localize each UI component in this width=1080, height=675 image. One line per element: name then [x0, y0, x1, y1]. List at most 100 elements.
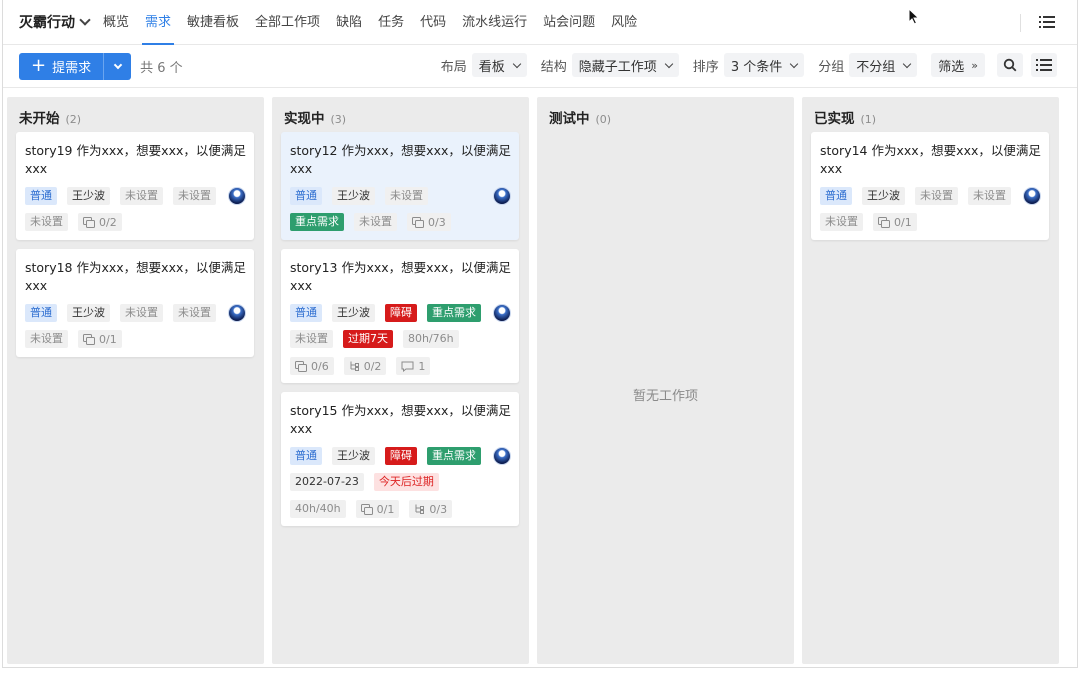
branch-icon [415, 504, 425, 514]
hours-tag[interactable]: 40h/40h [290, 500, 346, 518]
tab-standup-issues[interactable]: 站会问题 [543, 0, 595, 45]
avatar[interactable] [228, 304, 246, 322]
field-tag[interactable]: 未设置 [354, 213, 397, 231]
due-date-tag[interactable]: 2022-07-23 [290, 473, 364, 491]
key-requirement-tag[interactable]: 重点需求 [427, 447, 481, 465]
tab-code[interactable]: 代码 [420, 0, 446, 45]
list-view-button[interactable] [1031, 53, 1057, 77]
field-tag[interactable]: 未设置 [915, 187, 958, 205]
card-tags-row: 普通 王少波 未设置 未设置 [25, 304, 226, 322]
avatar[interactable] [1023, 187, 1041, 205]
field-tag[interactable]: 未设置 [173, 187, 216, 205]
subtask-count[interactable]: 0/1 [78, 330, 122, 348]
tab-tasks[interactable]: 任务 [378, 0, 404, 45]
tab-agile-board[interactable]: 敏捷看板 [187, 0, 239, 45]
create-requirement-button[interactable]: + 提需求 [19, 52, 104, 80]
story-card-12[interactable]: story12 作为xxx，想要xxx，以便满足xxx 普通 王少波 未设置 重… [281, 132, 519, 240]
subtask-icon [878, 216, 890, 228]
structure-select[interactable]: 隐藏子工作项 [571, 53, 679, 77]
tab-pipeline-runs[interactable]: 流水线运行 [462, 0, 527, 45]
key-requirement-tag[interactable]: 重点需求 [427, 304, 481, 322]
owner-tag[interactable]: 王少波 [332, 187, 375, 205]
column-title: 已实现 [814, 111, 855, 127]
priority-tag[interactable]: 普通 [290, 187, 322, 205]
project-switcher[interactable]: 灭霸行动 [19, 12, 91, 32]
group-select[interactable]: 不分组 [849, 53, 918, 77]
field-tag[interactable]: 未设置 [173, 304, 216, 322]
field-tag[interactable]: 未设置 [120, 304, 163, 322]
field-tag[interactable]: 未设置 [385, 187, 428, 205]
plus-icon: + [31, 55, 47, 76]
column-implemented: 已实现 (1) story14 作为xxx，想要xxx，以便满足xxx 普通 王… [802, 97, 1059, 664]
field-tag[interactable]: 未设置 [820, 213, 863, 231]
priority-tag[interactable]: 普通 [290, 304, 322, 322]
owner-tag[interactable]: 王少波 [332, 304, 375, 322]
tab-all-work-items[interactable]: 全部工作项 [255, 0, 320, 45]
subtask-count-text: 0/6 [311, 359, 329, 373]
story-card-13[interactable]: story13 作为xxx，想要xxx，以便满足xxx 普通 王少波 障碍 重点… [281, 249, 519, 383]
column-count: (1) [860, 113, 877, 126]
comment-count-text: 1 [418, 359, 426, 373]
card-status-row: 未设置 过期7天 80h/76h [290, 330, 469, 348]
subtask-count[interactable]: 0/2 [78, 213, 122, 231]
priority-tag[interactable]: 普通 [25, 304, 57, 322]
priority-tag[interactable]: 普通 [820, 187, 852, 205]
blocker-tag[interactable]: 障碍 [385, 304, 417, 322]
subtask-count-text: 0/2 [99, 215, 117, 229]
create-dropdown-button[interactable] [103, 52, 132, 80]
blocker-tag[interactable]: 障碍 [385, 447, 417, 465]
field-tag[interactable]: 未设置 [25, 213, 68, 231]
mouse-cursor-icon [908, 8, 920, 25]
avatar[interactable] [493, 304, 511, 322]
story-card-19[interactable]: story19 作为xxx，想要xxx，以便满足xxx 普通 王少波 未设置 未… [16, 132, 254, 240]
owner-tag[interactable]: 王少波 [332, 447, 375, 465]
story-card-15[interactable]: story15 作为xxx，想要xxx，以便满足xxx 普通 王少波 障碍 重点… [281, 392, 519, 526]
tab-overview[interactable]: 概览 [103, 0, 129, 45]
owner-tag[interactable]: 王少波 [67, 187, 110, 205]
owner-tag[interactable]: 王少波 [862, 187, 905, 205]
card-meta-row: 未设置 0/2 [25, 213, 132, 231]
avatar[interactable] [228, 187, 246, 205]
branch-count[interactable]: 0/2 [343, 357, 387, 375]
avatar[interactable] [493, 187, 511, 205]
owner-tag[interactable]: 王少波 [67, 304, 110, 322]
priority-tag[interactable]: 普通 [25, 187, 57, 205]
comment-count[interactable]: 1 [396, 357, 431, 375]
structure-label: 结构 [540, 59, 567, 75]
column-testing: 测试中 (0) 暂无工作项 [537, 97, 794, 664]
branch-count[interactable]: 0/3 [409, 500, 453, 518]
card-tags-row: 普通 王少波 障碍 重点需求 [290, 447, 491, 465]
comment-icon [401, 361, 414, 372]
overdue-tag[interactable]: 过期7天 [343, 330, 393, 348]
field-tag[interactable]: 未设置 [968, 187, 1011, 205]
subtask-count[interactable]: 0/6 [290, 357, 334, 375]
key-requirement-tag[interactable]: 重点需求 [290, 213, 344, 231]
priority-tag[interactable]: 普通 [290, 447, 322, 465]
subtask-count[interactable]: 0/1 [355, 500, 400, 518]
story-card-14[interactable]: story14 作为xxx，想要xxx，以便满足xxx 普通 王少波 未设置 未… [811, 132, 1049, 240]
column-header: 实现中 (3) [284, 107, 346, 127]
filter-button[interactable]: 筛选 » [931, 53, 985, 77]
list-view-icon [1036, 59, 1052, 71]
create-requirement-button-group: + 提需求 [19, 52, 132, 80]
tab-requirements[interactable]: 需求 [142, 0, 175, 45]
view-controls: 布局 看板 结构 隐藏子工作项 排序 3 个条件 分组 不分组 筛选 » [441, 53, 1057, 77]
subtask-icon [83, 333, 95, 345]
story-card-18[interactable]: story18 作为xxx，想要xxx，以便满足xxx 普通 王少波 未设置 未… [16, 249, 254, 357]
avatar[interactable] [493, 447, 511, 465]
layout-select[interactable]: 看板 [471, 53, 527, 77]
sort-select[interactable]: 3 个条件 [723, 53, 805, 77]
due-soon-tag[interactable]: 今天后过期 [373, 473, 439, 491]
field-tag[interactable]: 未设置 [290, 330, 333, 348]
subtask-count[interactable]: 0/3 [407, 213, 451, 231]
subtask-count[interactable]: 0/1 [873, 213, 917, 231]
tab-risks[interactable]: 风险 [611, 0, 637, 45]
tab-defects[interactable]: 缺陷 [336, 0, 362, 45]
branch-icon [350, 361, 359, 371]
field-tag[interactable]: 未设置 [120, 187, 163, 205]
search-button[interactable] [997, 53, 1023, 77]
hours-tag[interactable]: 80h/76h [403, 330, 459, 348]
nav-divider [1020, 14, 1021, 32]
outline-list-icon[interactable] [1039, 15, 1055, 33]
field-tag[interactable]: 未设置 [25, 330, 68, 348]
